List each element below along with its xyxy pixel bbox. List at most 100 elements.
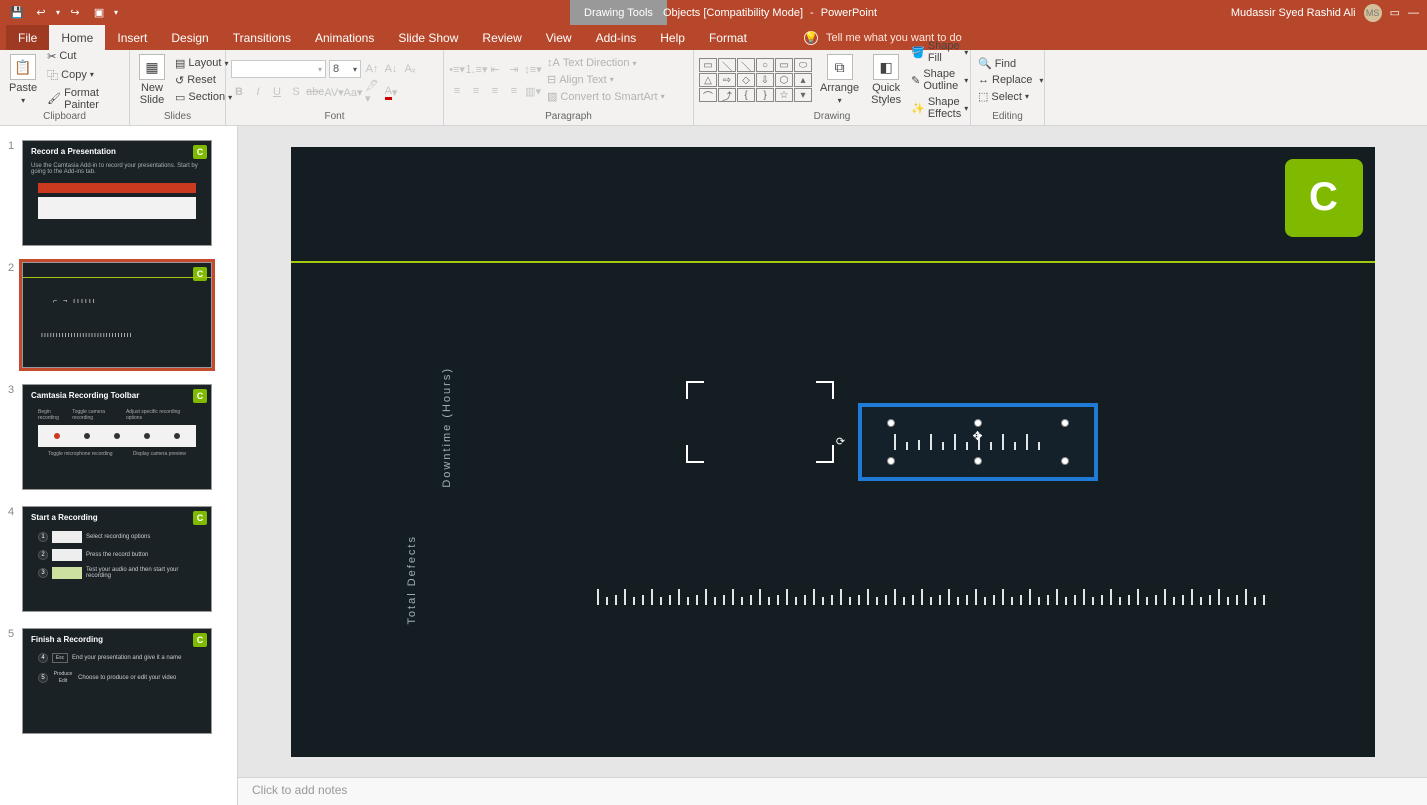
shapes-gallery[interactable]: ▭ ＼ ＼ ○ ▭ ⬭ △ ⇨ ◇ ⇩ ⬡ ▴ ⌒ ⤴ { } ☆: [699, 58, 812, 102]
camtasia-logo: C: [1285, 159, 1363, 237]
thumb-title: Record a Presentation: [31, 147, 187, 156]
tab-animations[interactable]: Animations: [303, 25, 386, 50]
slide-thumbnail-3[interactable]: Camtasia Recording Toolbar C Begin recor…: [22, 384, 212, 490]
shape-connector-icon[interactable]: ⤴: [718, 88, 736, 102]
shape-roundrect-icon[interactable]: ⬭: [794, 58, 812, 72]
tab-addins[interactable]: Add-ins: [584, 25, 649, 50]
shape-outline-button[interactable]: ✎Shape Outline▾: [909, 67, 970, 93]
shape-rect-icon[interactable]: ▭: [775, 58, 793, 72]
increase-indent-icon[interactable]: ⇥: [506, 61, 522, 77]
reset-button[interactable]: ↺Reset: [173, 73, 234, 88]
shape-fill-button[interactable]: 🪣Shape Fill▾: [909, 39, 970, 65]
align-right-icon[interactable]: ≡: [487, 83, 503, 99]
tab-insert[interactable]: Insert: [105, 25, 159, 50]
tab-format[interactable]: Format: [697, 25, 759, 50]
axis-ticks[interactable]: /*generated below*/: [597, 589, 1265, 605]
fill-icon: 🪣: [911, 46, 925, 59]
find-button[interactable]: 🔍Find: [976, 56, 1045, 71]
undo-dropdown-icon[interactable]: ▾: [56, 8, 60, 17]
change-case-icon[interactable]: Aa▾: [345, 84, 361, 100]
rotate-handle-icon[interactable]: ⟳: [834, 435, 848, 449]
italic-icon[interactable]: I: [250, 84, 266, 100]
char-spacing-icon[interactable]: AV▾: [326, 84, 342, 100]
chevron-down-icon: ▾: [21, 96, 25, 105]
tab-review[interactable]: Review: [470, 25, 533, 50]
shape-line-icon[interactable]: ＼: [718, 58, 736, 72]
strikethrough-icon[interactable]: abc: [307, 84, 323, 100]
slide-thumbnail-4[interactable]: Start a Recording C 1Select recording op…: [22, 506, 212, 612]
align-left-icon[interactable]: ≡: [449, 83, 465, 99]
slide-thumbnail-1[interactable]: Record a Presentation C Use the Camtasia…: [22, 140, 212, 246]
qat-customize-icon[interactable]: ▾: [114, 8, 118, 17]
shape-diamond-icon[interactable]: ◇: [737, 73, 755, 87]
shape-more-up-icon[interactable]: ▴: [794, 73, 812, 87]
arrange-button[interactable]: ⧉ Arrange ▾: [816, 52, 863, 107]
shape-triangle-icon[interactable]: △: [699, 73, 717, 87]
ribbon-display-icon[interactable]: ▭: [1390, 6, 1400, 19]
bold-icon[interactable]: B: [231, 84, 247, 100]
clear-formatting-icon[interactable]: Aₓ: [402, 61, 418, 77]
align-text-button[interactable]: ⊟Align Text▾: [545, 72, 667, 87]
notes-pane[interactable]: Click to add notes: [238, 777, 1427, 805]
bullets-icon[interactable]: •≡▾: [449, 61, 465, 77]
thumb-subtitle: Use the Camtasia Add-in to record your p…: [31, 163, 203, 175]
quick-styles-button[interactable]: ◧ Quick Styles: [867, 52, 905, 108]
shadow-icon[interactable]: S: [288, 84, 304, 100]
layout-button[interactable]: ▤Layout▾: [173, 56, 234, 71]
columns-icon[interactable]: ▥▾: [525, 83, 541, 99]
select-button[interactable]: ⬚Select▾: [976, 89, 1045, 104]
section-button[interactable]: ▭Section▾: [173, 90, 234, 105]
shape-arrow-icon[interactable]: ⇨: [718, 73, 736, 87]
underline-icon[interactable]: U: [269, 84, 285, 100]
paste-button[interactable]: 📋 Paste ▾: [5, 52, 41, 107]
minimize-icon[interactable]: —: [1408, 7, 1419, 19]
tab-view[interactable]: View: [534, 25, 584, 50]
selected-shape[interactable]: ⟳ ✥: [858, 403, 1098, 481]
tab-design[interactable]: Design: [159, 25, 220, 50]
font-color-icon[interactable]: A▾: [383, 84, 399, 100]
save-icon[interactable]: 💾: [8, 4, 26, 22]
thumb-number: 3: [8, 384, 22, 490]
redo-icon[interactable]: ↪: [66, 4, 84, 22]
slide-thumbnail-5[interactable]: Finish a Recording C 4EscEnd your presen…: [22, 628, 212, 734]
thumb-number: 1: [8, 140, 22, 246]
shape-oval-icon[interactable]: ○: [756, 58, 774, 72]
decrease-indent-icon[interactable]: ⇤: [487, 61, 503, 77]
tab-file[interactable]: File: [6, 25, 49, 50]
replace-button[interactable]: ↔Replace▾: [976, 73, 1045, 87]
shape-brace-l-icon[interactable]: {: [737, 88, 755, 102]
shape-brace-r-icon[interactable]: }: [756, 88, 774, 102]
new-slide-button[interactable]: ▦ New Slide: [135, 52, 169, 108]
start-from-beginning-icon[interactable]: ▣: [90, 4, 108, 22]
shape-line2-icon[interactable]: ＼: [737, 58, 755, 72]
tab-help[interactable]: Help: [648, 25, 697, 50]
copy-button[interactable]: ⿻Copy▾: [45, 66, 124, 84]
bracket-placeholder[interactable]: [686, 381, 834, 463]
text-direction-button[interactable]: ↕AText Direction▾: [545, 56, 667, 70]
tab-transitions[interactable]: Transitions: [221, 25, 303, 50]
numbering-icon[interactable]: ⒈≡▾: [468, 61, 484, 77]
highlight-icon[interactable]: 🖊▾: [364, 84, 380, 100]
format-painter-button[interactable]: 🖌Format Painter: [45, 86, 124, 112]
cut-button[interactable]: ✂Cut: [45, 49, 124, 64]
user-avatar[interactable]: MS: [1364, 4, 1382, 22]
font-size-dropdown[interactable]: 8▾: [329, 60, 361, 78]
increase-font-icon[interactable]: A↑: [364, 61, 380, 77]
tab-slideshow[interactable]: Slide Show: [386, 25, 470, 50]
current-slide[interactable]: C Downtime (Hours) Total Defects ⟳: [291, 147, 1375, 757]
slide-thumbnail-2[interactable]: C ⌐ ¬ ıııııı ııııııııııııııııııııııııııı…: [22, 262, 212, 368]
font-name-dropdown[interactable]: ▾: [231, 60, 326, 78]
shape-arrow2-icon[interactable]: ⇩: [756, 73, 774, 87]
shape-star-icon[interactable]: ☆: [775, 88, 793, 102]
line-spacing-icon[interactable]: ↕≡▾: [525, 61, 541, 77]
align-center-icon[interactable]: ≡: [468, 83, 484, 99]
shape-hex-icon[interactable]: ⬡: [775, 73, 793, 87]
shape-more-down-icon[interactable]: ▾: [794, 88, 812, 102]
convert-smartart-button[interactable]: ▧Convert to SmartArt▾: [545, 89, 667, 104]
shape-curve-icon[interactable]: ⌒: [699, 88, 717, 102]
tab-home[interactable]: Home: [49, 25, 105, 50]
shape-rectangle-icon[interactable]: ▭: [699, 58, 717, 72]
decrease-font-icon[interactable]: A↓: [383, 61, 399, 77]
justify-icon[interactable]: ≡: [506, 83, 522, 99]
undo-icon[interactable]: ↩: [32, 4, 50, 22]
